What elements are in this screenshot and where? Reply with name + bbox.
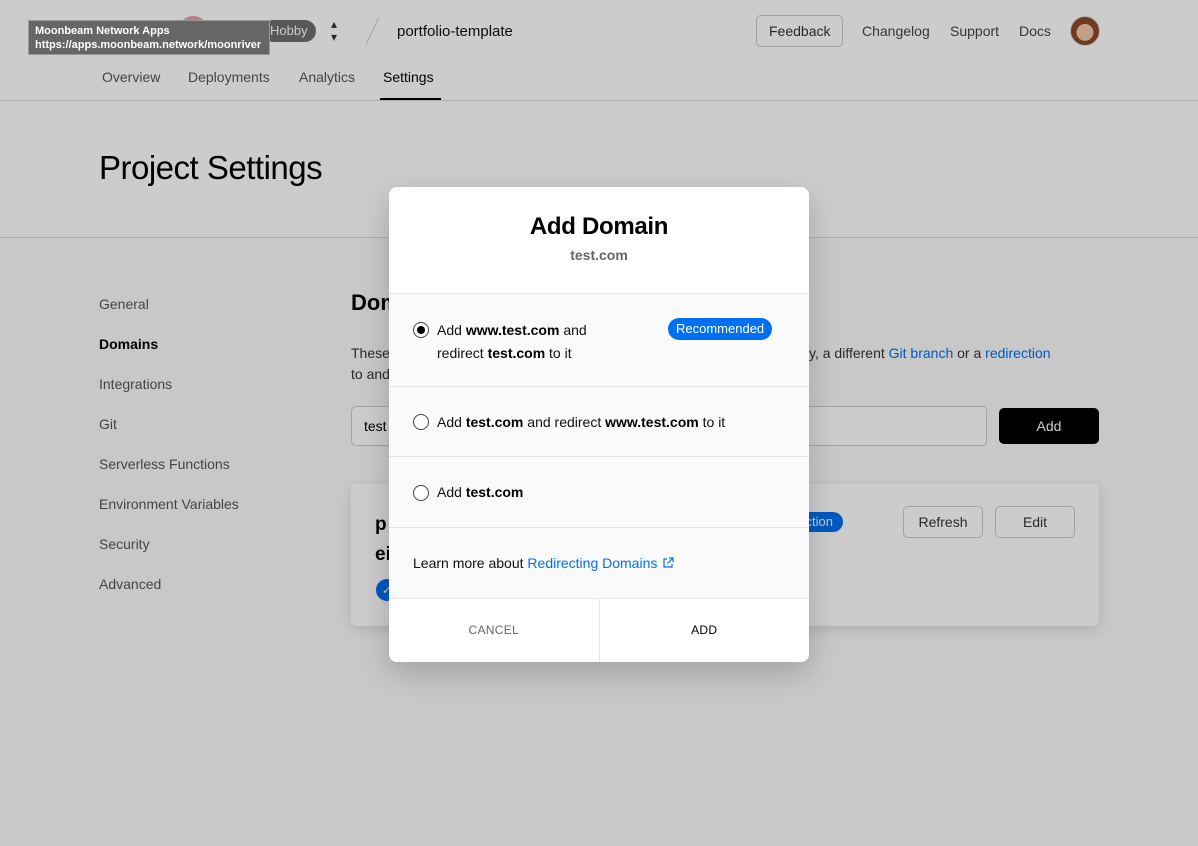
radio-button[interactable] <box>413 414 429 430</box>
option-domain: test.com <box>487 345 546 361</box>
redirecting-domains-link[interactable]: Redirecting Domains <box>527 555 674 571</box>
radio-button-selected[interactable] <box>413 322 429 338</box>
option-root-only[interactable]: Add test.com <box>389 457 809 528</box>
option-www-redirect[interactable]: Add www.test.com and redirect test.com t… <box>389 294 809 387</box>
add-domain-modal: Add Domain test.com Add www.test.com and… <box>389 187 809 662</box>
option-domain: test.com <box>465 414 524 430</box>
confirm-add-button[interactable]: ADD <box>599 599 809 662</box>
cancel-button[interactable]: CANCEL <box>389 599 600 662</box>
option-text: to it <box>549 345 572 361</box>
option-root-redirect[interactable]: Add test.com and redirect www.test.com t… <box>389 387 809 457</box>
tooltip: Moonbeam Network Apps https://apps.moonb… <box>28 20 270 55</box>
modal-title: Add Domain <box>529 213 669 240</box>
radio-button[interactable] <box>413 485 429 501</box>
tooltip-url: https://apps.moonbeam.network/moonriver <box>35 39 262 51</box>
option-domain: test.com <box>465 484 524 500</box>
option-text: Add <box>437 414 462 430</box>
recommended-badge: Recommended <box>668 318 773 340</box>
option-text: Add <box>437 484 462 500</box>
link-label: Redirecting Domains <box>527 555 658 571</box>
modal-header: Add Domain test.com <box>389 187 809 294</box>
modal-subtitle: test.com <box>570 247 628 263</box>
tooltip-title: Moonbeam Network Apps <box>35 25 170 37</box>
external-link-icon <box>663 557 674 568</box>
option-text: to it <box>702 414 726 430</box>
option-text: and redirect <box>527 414 602 430</box>
option-text: Add <box>437 322 462 338</box>
learn-more-text: Learn more about <box>413 555 524 571</box>
option-label: Add www.test.com and redirect test.com t… <box>437 319 637 365</box>
option-domain: www.test.com <box>465 322 560 338</box>
modal-footer: CANCEL ADD <box>389 599 809 662</box>
option-domain: www.test.com <box>605 414 699 430</box>
learn-more: Learn more about Redirecting Domains <box>389 528 809 599</box>
